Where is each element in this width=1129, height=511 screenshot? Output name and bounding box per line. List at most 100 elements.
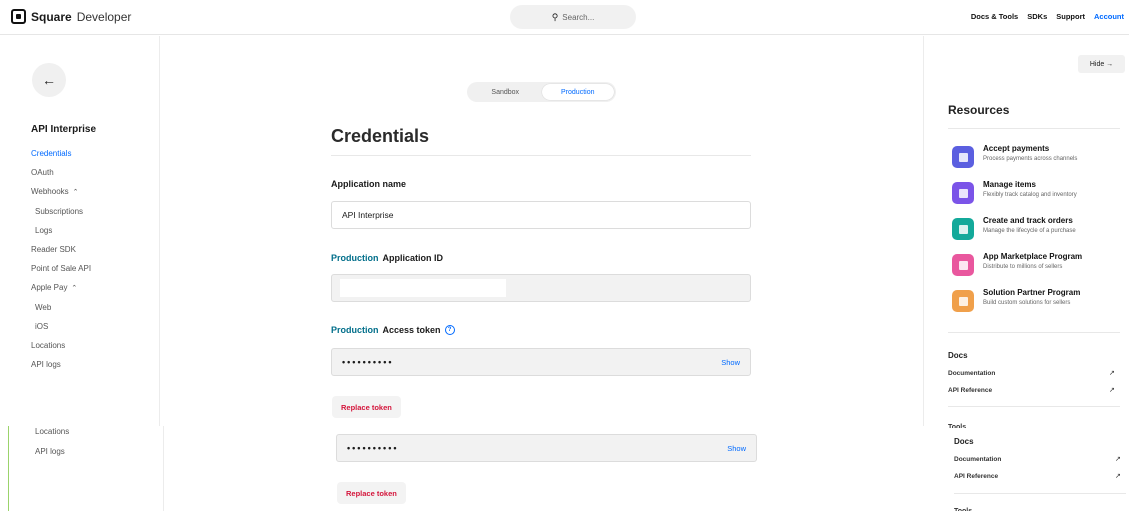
- divider: [948, 332, 1120, 333]
- top-bar: Square Developer ⚲ Search... Docs & Tool…: [0, 0, 1129, 35]
- show-token-button[interactable]: Show: [727, 444, 746, 453]
- sidebar-nav: Credentials OAuth Webhooks ⌃ Subscriptio…: [31, 144, 91, 374]
- sidebar-item-locations[interactable]: Locations: [31, 336, 91, 355]
- divider: [948, 406, 1120, 407]
- partner-icon: [952, 290, 974, 312]
- square-developer-logo[interactable]: Square Developer: [11, 9, 131, 24]
- sidebar-item-subscriptions[interactable]: Subscriptions: [31, 202, 91, 221]
- divider: [948, 128, 1120, 129]
- docs-heading: Docs: [954, 437, 974, 446]
- external-link-icon: ↗: [1109, 387, 1115, 394]
- page-title: Credentials: [331, 126, 430, 146]
- masked-token: ••••••••••: [342, 357, 394, 367]
- external-link-icon: ↗: [1109, 370, 1115, 377]
- label-text: Application name: [331, 179, 407, 189]
- application-name-value: API Interprise: [342, 210, 394, 220]
- documentation-link[interactable]: Documentation: [954, 456, 1001, 463]
- square-logo-icon: [11, 9, 26, 24]
- external-link-icon: ↗: [1115, 456, 1121, 463]
- nav-support[interactable]: Support: [1056, 12, 1085, 21]
- sidebar-item-label: Apple Pay: [31, 283, 68, 293]
- label-text: Access token: [382, 325, 441, 335]
- application-id-label: Production Application ID: [331, 253, 443, 263]
- sidebar-item-locations[interactable]: Locations: [35, 422, 69, 442]
- search-icon: ⚲: [551, 11, 559, 22]
- redacted-value: [340, 279, 506, 297]
- sidebar-item-ios[interactable]: iOS: [31, 317, 91, 336]
- environment-toggle: Sandbox Production: [467, 82, 616, 102]
- application-name-input[interactable]: API Interprise: [331, 201, 751, 229]
- nav-docs-tools[interactable]: Docs & Tools: [971, 12, 1018, 21]
- resource-item[interactable]: Create and track orders Manage the lifecy…: [952, 216, 1076, 240]
- marketplace-icon: [952, 254, 974, 276]
- sidebar-item-credentials[interactable]: Credentials: [31, 144, 91, 163]
- sidebar-item-oauth[interactable]: OAuth: [31, 163, 91, 182]
- resource-item[interactable]: Accept payments Process payments across c…: [952, 144, 1077, 168]
- sidebar-nav-lower: Locations API logs: [35, 422, 69, 461]
- logo-sub-text: Developer: [76, 9, 132, 24]
- access-token-field[interactable]: •••••••••• Show: [331, 348, 751, 376]
- application-name-label: Application name: [331, 179, 406, 189]
- tab-production[interactable]: Production: [541, 84, 614, 100]
- divider: [331, 155, 751, 156]
- sidebar-item-label: Webhooks: [31, 187, 69, 197]
- resource-desc: Build custom solutions for sellers: [983, 300, 1071, 306]
- divider: [954, 493, 1126, 494]
- search-box[interactable]: ⚲ Search...: [510, 5, 636, 29]
- card-icon: [952, 146, 974, 168]
- nav-sdks[interactable]: SDKs: [1027, 12, 1047, 21]
- environment-word: Production: [331, 253, 379, 263]
- logo-brand-text: Square: [31, 9, 72, 24]
- resource-desc: Process payments across channels: [983, 156, 1078, 162]
- replace-token-button[interactable]: Replace token: [332, 396, 401, 418]
- resource-desc: Flexibly track catalog and inventory: [983, 192, 1077, 198]
- top-nav: Docs & Tools SDKs Support Account: [971, 12, 1124, 21]
- resource-item[interactable]: Manage items Flexibly track catalog and i…: [952, 180, 1077, 204]
- access-token-field[interactable]: •••••••••• Show: [336, 434, 757, 462]
- sidebar-item-web[interactable]: Web: [31, 298, 91, 317]
- application-id-field[interactable]: [331, 274, 751, 302]
- docs-heading: Docs: [948, 351, 968, 360]
- search-placeholder: Search...: [562, 12, 595, 22]
- api-reference-link[interactable]: API Reference: [954, 473, 998, 480]
- back-button[interactable]: ←: [32, 63, 66, 97]
- show-token-button[interactable]: Show: [721, 358, 740, 367]
- resource-name: Create and track orders: [983, 216, 1073, 225]
- left-sidebar-lower: Locations API logs: [8, 426, 164, 511]
- tools-heading-partial: Tools: [948, 424, 967, 428]
- sidebar-item-apple-pay[interactable]: Apple Pay ⌃: [31, 278, 91, 297]
- chevron-up-icon: ⌃: [70, 189, 79, 197]
- replace-token-button[interactable]: Replace token: [337, 482, 406, 504]
- orders-icon: [952, 218, 974, 240]
- resource-item[interactable]: Solution Partner Program Build custom sol…: [952, 288, 1080, 312]
- masked-token: ••••••••••: [347, 443, 399, 453]
- catalog-icon: [952, 182, 974, 204]
- app-title: API Interprise: [31, 124, 97, 135]
- left-sidebar: ← API Interprise Credentials OAuth Webho…: [0, 36, 160, 426]
- resource-item[interactable]: App Marketplace Program Distribute to mil…: [952, 252, 1082, 276]
- hide-panel-button[interactable]: Hide →: [1078, 55, 1125, 73]
- sidebar-item-webhooks[interactable]: Webhooks ⌃: [31, 182, 91, 201]
- documentation-link[interactable]: Documentation: [948, 370, 995, 377]
- sidebar-item-api-logs[interactable]: API logs: [35, 442, 69, 462]
- tools-heading-partial: Tools: [954, 507, 972, 511]
- tab-sandbox[interactable]: Sandbox: [469, 84, 542, 100]
- sidebar-item-reader-sdk[interactable]: Reader SDK: [31, 240, 91, 259]
- info-icon[interactable]: ?: [444, 325, 455, 335]
- resource-desc: Manage the lifecycle of a purchase: [983, 228, 1076, 234]
- resource-name: Manage items: [983, 180, 1036, 189]
- sidebar-item-logs[interactable]: Logs: [31, 221, 91, 240]
- resource-name: App Marketplace Program: [983, 252, 1083, 261]
- resource-name: Accept payments: [983, 144, 1050, 153]
- sidebar-item-point-of-sale[interactable]: Point of Sale API: [31, 259, 91, 278]
- label-text: Application ID: [382, 253, 444, 263]
- access-token-label: Production Access token ?: [331, 325, 455, 335]
- nav-account[interactable]: Account: [1094, 12, 1124, 21]
- sidebar-item-api-logs[interactable]: API logs: [31, 355, 91, 374]
- resource-desc: Distribute to millions of sellers: [983, 264, 1063, 270]
- chevron-up-icon: ⌃: [69, 285, 78, 293]
- resource-name: Solution Partner Program: [983, 288, 1081, 297]
- api-reference-link[interactable]: API Reference: [948, 387, 992, 394]
- environment-word: Production: [331, 325, 379, 335]
- resources-title: Resources: [948, 103, 1010, 117]
